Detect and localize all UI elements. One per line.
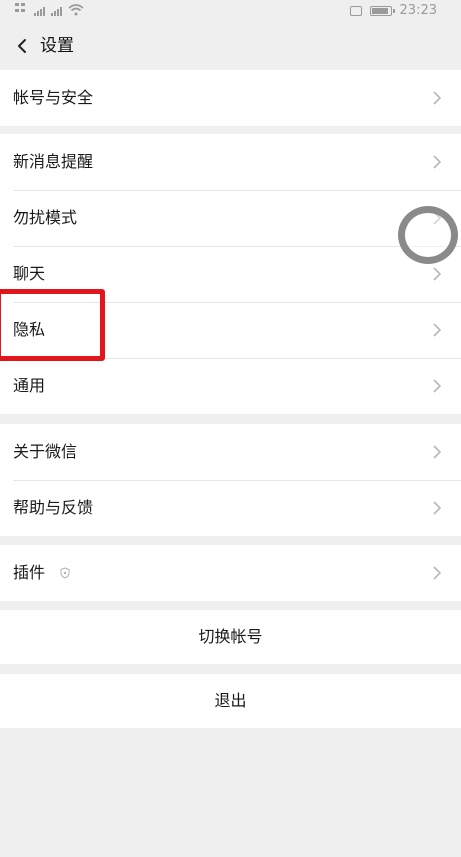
settings-group-about: 关于微信 帮助与反馈 — [0, 424, 461, 536]
chevron-right-icon — [433, 379, 441, 393]
logout-button[interactable]: 退出 — [0, 674, 461, 728]
settings-item-notifications[interactable]: 新消息提醒 — [0, 134, 461, 190]
chevron-right-icon — [433, 323, 441, 337]
status-right-icons: 23:23 — [349, 3, 437, 18]
battery-icon — [369, 5, 395, 16]
settings-item-label: 插件 — [13, 563, 46, 582]
settings-item-label: 勿扰模式 — [13, 208, 78, 227]
settings-item-general[interactable]: 通用 — [0, 358, 461, 414]
chevron-right-icon — [433, 445, 441, 459]
settings-group-account: 帐号与安全 — [0, 70, 461, 126]
settings-item-about-wechat[interactable]: 关于微信 — [0, 424, 461, 480]
status-time: 23:23 — [399, 3, 437, 18]
signal-icon — [34, 7, 45, 16]
switch-account-button[interactable]: 切换帐号 — [0, 610, 461, 664]
settings-item-account-security[interactable]: 帐号与安全 — [0, 70, 461, 126]
settings-item-label: 帮助与反馈 — [13, 498, 94, 517]
chevron-right-icon — [433, 267, 441, 281]
chevron-right-icon — [433, 91, 441, 105]
settings-item-label: 隐私 — [13, 320, 46, 339]
sim-icon — [15, 3, 25, 12]
settings-item-plugins[interactable]: 插件 — [0, 545, 461, 601]
settings-item-do-not-disturb[interactable]: 勿扰模式 — [0, 190, 461, 246]
nav-header: 设置 — [0, 22, 461, 70]
chevron-right-icon — [433, 566, 441, 580]
settings-group-plugins: 插件 — [0, 545, 461, 601]
chevron-right-icon — [433, 155, 441, 169]
settings-item-label: 关于微信 — [13, 442, 78, 461]
settings-item-label: 通用 — [13, 376, 46, 395]
vibrate-icon — [349, 5, 362, 16]
settings-item-label: 帐号与安全 — [13, 88, 94, 107]
shield-icon — [60, 567, 70, 579]
wifi-icon — [68, 4, 84, 16]
settings-item-chat[interactable]: 聊天 — [0, 246, 461, 302]
chevron-right-icon — [433, 501, 441, 515]
status-left-icons — [14, 2, 84, 16]
chevron-left-icon[interactable] — [12, 34, 32, 58]
settings-item-help-feedback[interactable]: 帮助与反馈 — [0, 480, 461, 536]
signal-icon — [51, 7, 62, 16]
page-title: 设置 — [40, 36, 74, 56]
settings-group-general: 新消息提醒 勿扰模式 聊天 隐私 通用 — [0, 134, 461, 414]
settings-item-label: 新消息提醒 — [13, 152, 94, 171]
status-bar: 23:23 — [0, 0, 461, 22]
settings-item-label: 聊天 — [13, 264, 46, 283]
chevron-right-icon — [433, 211, 441, 225]
settings-item-privacy[interactable]: 隐私 — [0, 302, 461, 358]
